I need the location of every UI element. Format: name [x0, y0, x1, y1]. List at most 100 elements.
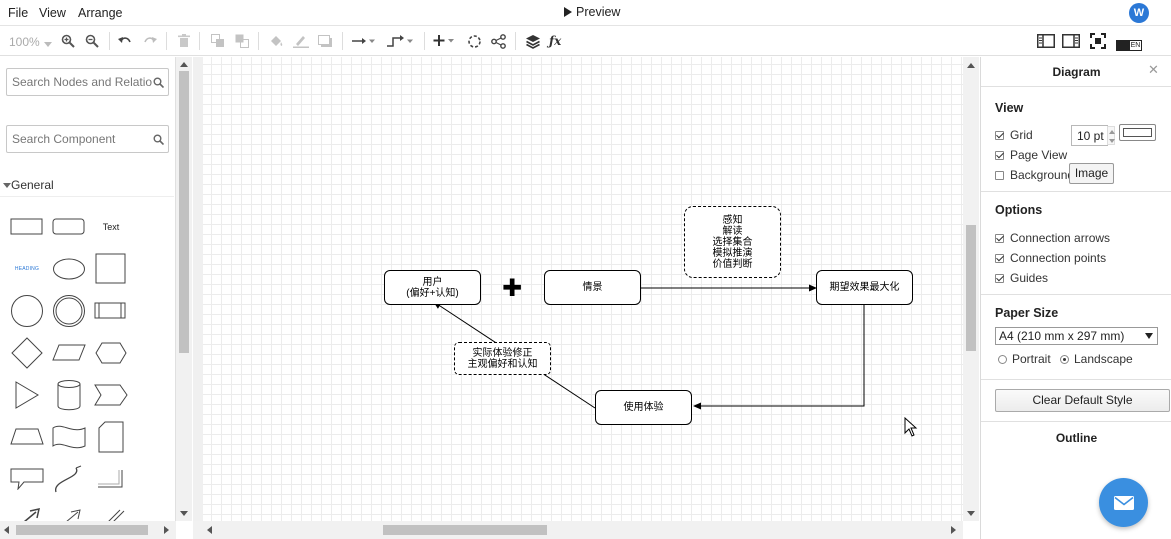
paper-size-select[interactable]: A4 (210 mm x 297 mm) — [995, 327, 1158, 345]
close-icon[interactable]: ✕ — [1148, 62, 1159, 78]
scroll-down-icon[interactable] — [180, 511, 188, 516]
grid-option[interactable]: Grid — [995, 128, 1033, 142]
undo-icon[interactable] — [118, 31, 132, 51]
toggle-format-panel-icon[interactable] — [1062, 31, 1080, 51]
connection-points-option[interactable]: Connection points — [995, 251, 1106, 265]
menu-file[interactable]: File — [8, 6, 28, 20]
guides-option[interactable]: Guides — [995, 271, 1048, 285]
shadow-icon[interactable] — [318, 31, 332, 51]
grid-size-stepper[interactable] — [1107, 126, 1115, 145]
zoom-dropdown-icon[interactable] — [44, 34, 52, 54]
scroll-right-icon[interactable] — [164, 526, 169, 534]
line-color-icon[interactable] — [293, 31, 309, 51]
shape-hexagon[interactable] — [91, 335, 131, 371]
insert-plus-icon[interactable] — [433, 31, 457, 51]
scroll-left-icon[interactable] — [4, 526, 9, 534]
node-experience[interactable]: 使用体验 — [595, 390, 692, 425]
node-user[interactable]: 用户 (偏好+认知) — [384, 270, 481, 305]
landscape-option[interactable]: Landscape — [1060, 352, 1133, 366]
canvas-hscroll-thumb[interactable] — [383, 525, 547, 535]
menu-view[interactable]: View — [39, 6, 66, 20]
outline-section-title[interactable]: Outline — [981, 431, 1171, 445]
redo-icon[interactable] — [143, 31, 157, 51]
shape-heading[interactable]: HEADING — [7, 251, 47, 287]
zoom-level[interactable]: 100% — [9, 35, 40, 49]
search-component-input[interactable] — [12, 131, 152, 147]
to-front-icon[interactable] — [211, 31, 225, 51]
node-expectation[interactable]: 期望效果最大化 — [816, 270, 913, 305]
sidebar-hscroll-thumb[interactable] — [16, 525, 148, 535]
connection-points-checkbox[interactable] — [995, 253, 1004, 263]
shape-parallelogram[interactable] — [49, 335, 89, 371]
shape-triangle[interactable] — [7, 377, 47, 413]
background-option[interactable]: Background — [995, 168, 1069, 182]
diagram-canvas[interactable]: 用户 (偏好+认知) ✚ 情景 期望效果最大化 使用体验 感知 解读 选择集合 … — [193, 57, 963, 521]
canvas-horizontal-scrollbar[interactable] — [193, 521, 963, 539]
menu-arrange[interactable]: Arrange — [78, 6, 122, 20]
shape-text[interactable]: Text — [91, 209, 131, 245]
scroll-left-icon[interactable] — [207, 526, 212, 534]
fullscreen-icon[interactable] — [1090, 31, 1106, 51]
general-section-header[interactable]: General — [0, 175, 174, 197]
scroll-up-icon[interactable] — [967, 63, 975, 68]
node-cognition-steps[interactable]: 感知 解读 选择集合 模拟推演 价值判断 — [684, 206, 781, 278]
delete-icon[interactable] — [178, 31, 190, 51]
clear-default-style-button[interactable]: Clear Default Style — [995, 389, 1170, 412]
shape-callout[interactable] — [7, 461, 47, 497]
connection-arrows-checkbox[interactable] — [995, 233, 1004, 243]
canvas-vertical-scrollbar[interactable] — [963, 57, 979, 521]
lasso-select-icon[interactable] — [467, 31, 482, 51]
scroll-down-icon[interactable] — [967, 511, 975, 516]
grid-size-input[interactable]: 10 pt — [1071, 125, 1108, 146]
edge-expectation-to-experience[interactable] — [693, 305, 865, 410]
grid-checkbox[interactable] — [995, 130, 1004, 140]
shape-card[interactable] — [91, 419, 131, 455]
search-icon[interactable] — [153, 134, 165, 148]
node-correction-label[interactable]: 实际体验修正 主观偏好和认知 — [454, 342, 551, 375]
sidebar-scroll-thumb[interactable] — [179, 71, 189, 353]
language-toggle[interactable]: EN — [1116, 35, 1142, 55]
shape-trapezoid[interactable] — [7, 419, 47, 455]
search-nodes-input[interactable] — [12, 74, 152, 90]
portrait-radio[interactable] — [998, 354, 1007, 364]
page-view-option[interactable]: Page View — [995, 148, 1067, 162]
share-nodes-icon[interactable] — [491, 31, 506, 51]
shape-circle[interactable] — [7, 293, 47, 329]
zoom-out-icon[interactable] — [85, 31, 99, 51]
canvas-vscroll-thumb[interactable] — [966, 225, 976, 351]
scroll-up-icon[interactable] — [180, 62, 188, 67]
grid-color-swatch[interactable] — [1119, 124, 1156, 141]
waypoints-icon[interactable] — [386, 31, 414, 51]
page-view-checkbox[interactable] — [995, 150, 1004, 160]
scroll-right-icon[interactable] — [951, 526, 956, 534]
sidebar-vertical-scrollbar[interactable] — [176, 57, 192, 521]
shape-tape[interactable] — [49, 419, 89, 455]
connection-arrows-option[interactable]: Connection arrows — [995, 231, 1110, 245]
shape-square[interactable] — [91, 251, 131, 287]
shape-step[interactable] — [91, 377, 131, 413]
shape-ellipse[interactable] — [49, 251, 89, 287]
landscape-radio[interactable] — [1060, 354, 1069, 364]
guides-checkbox[interactable] — [995, 273, 1004, 283]
node-scene[interactable]: 情景 — [544, 270, 641, 305]
plus-sign[interactable]: ✚ — [502, 277, 522, 301]
chat-support-button[interactable] — [1099, 478, 1148, 527]
portrait-option[interactable]: Portrait — [998, 352, 1051, 366]
shape-corner-line[interactable] — [91, 461, 131, 497]
zoom-in-icon[interactable] — [61, 31, 75, 51]
shape-process[interactable] — [91, 293, 131, 329]
connection-style-icon[interactable] — [352, 31, 376, 51]
shape-rounded-rectangle[interactable] — [49, 209, 89, 245]
avatar[interactable]: W — [1129, 3, 1149, 23]
background-image-button[interactable]: Image — [1069, 163, 1114, 184]
preview-button[interactable]: Preview — [564, 5, 620, 19]
shape-curve[interactable] — [49, 461, 89, 497]
layers-icon[interactable] — [525, 31, 541, 51]
toggle-sidebar-icon[interactable] — [1037, 31, 1055, 51]
shape-cylinder[interactable] — [49, 377, 89, 413]
sidebar-horizontal-scrollbar[interactable] — [0, 521, 176, 539]
formula-icon[interactable]: ƒx — [549, 31, 561, 51]
shape-double-circle[interactable] — [49, 293, 89, 329]
fill-color-icon[interactable] — [269, 31, 283, 51]
diagram-page[interactable]: 用户 (偏好+认知) ✚ 情景 期望效果最大化 使用体验 感知 解读 选择集合 … — [203, 57, 963, 521]
